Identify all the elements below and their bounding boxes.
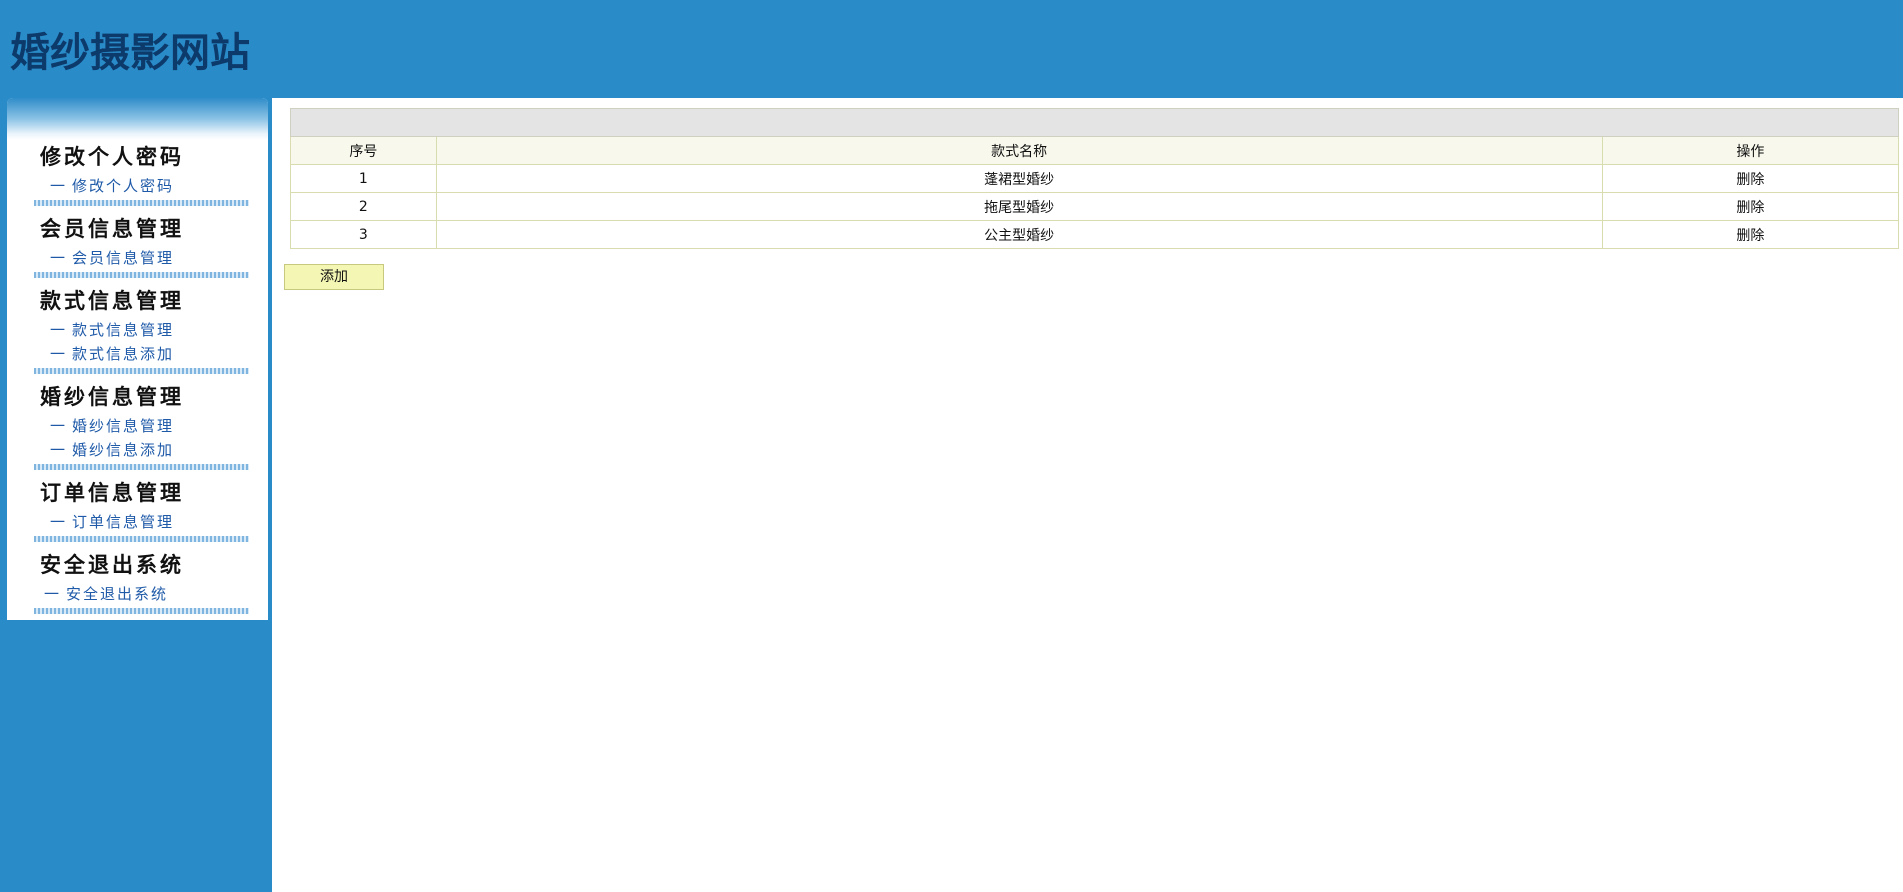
dash-icon: 一 — [50, 249, 68, 267]
dash-icon: 一 — [50, 417, 68, 435]
table-caption — [290, 108, 1899, 137]
menu-separator — [34, 272, 249, 278]
menu-group-orders: 订单信息管理 一订单信息管理 — [34, 476, 249, 542]
cell-no: 1 — [290, 164, 437, 193]
menu-link-order-manage[interactable]: 一订单信息管理 — [34, 510, 249, 534]
menu-title-logout: 安全退出系统 — [40, 552, 184, 577]
site-title: 婚纱摄影网站 — [10, 30, 250, 76]
menu-title-orders: 订单信息管理 — [40, 480, 184, 505]
sidebar-top-gradient — [7, 98, 268, 140]
menu-group-members: 会员信息管理 一会员信息管理 — [34, 212, 249, 278]
menu-link-change-password[interactable]: 一修改个人密码 — [34, 174, 249, 198]
menu-link-label: 修改个人密码 — [72, 177, 175, 195]
menu-separator — [34, 200, 249, 206]
column-header-no: 序号 — [290, 136, 437, 165]
delete-link[interactable]: 删除 — [1601, 192, 1900, 221]
cell-name: 蓬裙型婚纱 — [435, 164, 1603, 193]
main-content: 序号 款式名称 操作 1 蓬裙型婚纱 删除 2 拖尾型婚纱 删除 3 公主型婚纱… — [272, 98, 1903, 892]
menu-link-label: 款式信息管理 — [72, 321, 175, 339]
dash-icon: 一 — [50, 513, 68, 531]
dash-icon: 一 — [50, 441, 68, 459]
menu-link-label: 婚纱信息添加 — [72, 441, 175, 459]
menu-link-style-manage[interactable]: 一款式信息管理 — [34, 318, 249, 342]
menu-link-logout[interactable]: 一安全退出系统 — [34, 582, 249, 606]
delete-link[interactable]: 删除 — [1601, 220, 1900, 249]
table-header-row: 序号 款式名称 操作 — [290, 136, 1900, 165]
menu-title-members: 会员信息管理 — [40, 216, 184, 241]
cell-no: 2 — [290, 192, 437, 221]
menu-link-label: 订单信息管理 — [72, 513, 175, 531]
dash-icon: 一 — [44, 585, 62, 603]
cell-name: 拖尾型婚纱 — [435, 192, 1603, 221]
menu-group-styles: 款式信息管理 一款式信息管理 一款式信息添加 — [34, 284, 249, 374]
cell-no: 3 — [290, 220, 437, 249]
delete-link[interactable]: 删除 — [1601, 164, 1900, 193]
menu-link-style-add[interactable]: 一款式信息添加 — [34, 342, 249, 366]
add-button[interactable]: 添加 — [284, 264, 384, 290]
menu-title-styles: 款式信息管理 — [40, 288, 184, 313]
menu-link-dress-manage[interactable]: 一婚纱信息管理 — [34, 414, 249, 438]
table-caption-row — [290, 108, 1899, 137]
menu-title-dresses: 婚纱信息管理 — [40, 384, 184, 409]
dash-icon: 一 — [50, 345, 68, 363]
menu-separator — [34, 464, 249, 470]
table-row: 3 公主型婚纱 删除 — [290, 220, 1900, 249]
menu-group-logout: 安全退出系统 一安全退出系统 — [34, 548, 249, 614]
menu-link-member-manage[interactable]: 一会员信息管理 — [34, 246, 249, 270]
column-header-op: 操作 — [1601, 136, 1900, 165]
menu-title-password: 修改个人密码 — [40, 144, 184, 169]
column-header-name: 款式名称 — [435, 136, 1603, 165]
menu-group-dresses: 婚纱信息管理 一婚纱信息管理 一婚纱信息添加 — [34, 380, 249, 470]
table-row: 1 蓬裙型婚纱 删除 — [290, 164, 1900, 193]
cell-name: 公主型婚纱 — [435, 220, 1603, 249]
sidebar: 修改个人密码 一修改个人密码 会员信息管理 一会员信息管理 款式信息管理 一款式… — [7, 98, 268, 620]
header-bar: 婚纱摄影网站 — [0, 0, 1903, 98]
style-table: 序号 款式名称 操作 1 蓬裙型婚纱 删除 2 拖尾型婚纱 删除 3 公主型婚纱… — [290, 108, 1900, 249]
menu-separator — [34, 368, 249, 374]
menu-link-label: 安全退出系统 — [66, 585, 169, 603]
table-row: 2 拖尾型婚纱 删除 — [290, 192, 1900, 221]
menu-link-label: 婚纱信息管理 — [72, 417, 175, 435]
menu-link-dress-add[interactable]: 一婚纱信息添加 — [34, 438, 249, 462]
dash-icon: 一 — [50, 177, 68, 195]
dash-icon: 一 — [50, 321, 68, 339]
menu-separator — [34, 608, 249, 614]
menu-group-password: 修改个人密码 一修改个人密码 — [34, 140, 249, 206]
menu-separator — [34, 536, 249, 542]
menu-link-label: 款式信息添加 — [72, 345, 175, 363]
menu-link-label: 会员信息管理 — [72, 249, 175, 267]
